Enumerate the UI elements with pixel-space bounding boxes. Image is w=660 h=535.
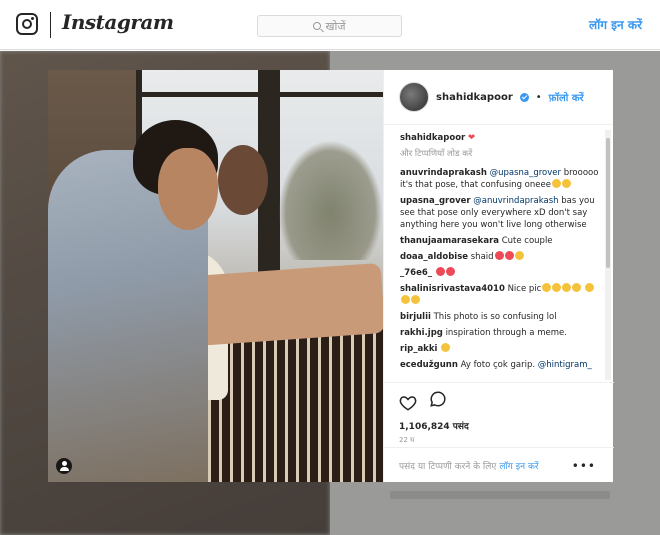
more-options-icon[interactable]: ••• — [572, 459, 596, 473]
scrollbar-thumb[interactable] — [606, 138, 610, 268]
comment-text: Ay foto çok garip. — [460, 360, 536, 370]
user-tag-icon[interactable] — [56, 458, 72, 474]
laughing-emoji — [551, 179, 561, 188]
comments-list[interactable]: shahidkapoor ❤ और टिप्पणियाँ लोड करें an… — [384, 126, 614, 382]
comment-username[interactable]: shalinisrivastava4010 — [400, 284, 505, 294]
comment-username[interactable]: rakhi.jpg — [400, 328, 443, 338]
separator-dot: • — [535, 91, 542, 103]
comment-text: Cute couple — [501, 236, 553, 246]
comment: upasna_grover @anuvrindaprakash bas you … — [400, 195, 600, 231]
laughing-emoji — [561, 179, 571, 188]
verified-badge-icon — [519, 92, 529, 102]
comment: shalinisrivastava4010 Nice pic — [400, 283, 600, 307]
load-more-comments[interactable]: और टिप्पणियाँ लोड करें — [400, 148, 600, 159]
comment-text: Nice pic — [507, 284, 542, 294]
search-icon — [313, 22, 322, 30]
caption: shahidkapoor ❤ — [400, 132, 600, 144]
post-modal: shahidkapoor • फ़ॉलो करें shahidkapoor ❤… — [48, 70, 614, 482]
instagram-camera-icon[interactable] — [16, 13, 38, 35]
comment: anuvrindaprakash @upasna_grover brooooo … — [400, 167, 600, 191]
caption-username[interactable]: shahidkapoor — [400, 133, 465, 143]
top-nav: Instagram खोजें लॉग इन करें — [0, 0, 660, 50]
nav-divider — [50, 12, 51, 38]
follow-button[interactable]: फ़ॉलो करें — [549, 90, 584, 104]
post-photo[interactable] — [48, 70, 383, 482]
smile-emoji — [552, 283, 562, 292]
comment: rakhi.jpg inspiration through a meme. — [400, 327, 600, 339]
heart-emoji — [504, 251, 514, 260]
instagram-wordmark[interactable]: Instagram — [62, 10, 174, 34]
smile-emoji — [585, 283, 595, 292]
heart-emoji — [435, 267, 445, 276]
comment-text: This photo is so confusing lol — [433, 312, 557, 322]
comment: doaa_aldobise shaid — [400, 251, 600, 263]
comment-username[interactable]: rip_akki — [400, 344, 437, 354]
comment-username[interactable]: _76e6_ — [400, 268, 432, 278]
comment-username[interactable]: thanujaamarasekara — [400, 236, 499, 246]
post-username[interactable]: shahidkapoor — [436, 92, 513, 103]
comment-mention[interactable]: @hintigram_ — [538, 360, 592, 370]
heart-emoji: ❤ — [467, 133, 476, 143]
ok-hand-emoji — [542, 283, 552, 292]
comment-username[interactable]: ecedužgunn — [400, 360, 458, 370]
heart-emoji — [494, 251, 504, 260]
comment-username[interactable]: anuvrindaprakash — [400, 168, 487, 178]
smile-emoji — [411, 295, 420, 304]
smile-emoji — [562, 283, 572, 292]
avatar[interactable] — [399, 82, 429, 112]
search-input[interactable]: खोजें — [257, 15, 402, 37]
comment-username[interactable]: upasna_grover — [400, 196, 471, 206]
likes-count[interactable]: 1,106,824 पसंद — [399, 419, 599, 432]
add-comment-bar: पसंद या टिप्पणी करने के लिए लॉग इन करें … — [384, 447, 614, 482]
comment-mention[interactable]: @upasna_grover — [490, 168, 561, 178]
comment: ecedužgunn Ay foto çok garip. @hintigram… — [400, 359, 600, 371]
smile-emoji — [572, 283, 582, 292]
smile-emoji — [441, 343, 451, 352]
smile-emoji — [401, 295, 410, 304]
comment: _76e6_ — [400, 267, 600, 279]
comment-mention[interactable]: @anuvrindaprakash — [473, 196, 558, 206]
heart-eyes-emoji — [514, 251, 524, 260]
post-sidebar: shahidkapoor • फ़ॉलो करें shahidkapoor ❤… — [383, 70, 614, 482]
comment: birjulii This photo is so confusing lol — [400, 311, 600, 323]
search-placeholder: खोजें — [325, 19, 346, 33]
comment-username[interactable]: birjulii — [400, 312, 431, 322]
login-link[interactable]: लॉग इन करें — [589, 16, 642, 33]
add-comment-login-link[interactable]: लॉग इन करें — [499, 459, 538, 472]
comment-bubble-icon[interactable] — [429, 390, 447, 412]
comment-text: inspiration through a meme. — [445, 328, 567, 338]
comments-scrollbar[interactable] — [605, 130, 611, 380]
comment-username[interactable]: doaa_aldobise — [400, 252, 468, 262]
heart-emoji — [445, 267, 455, 276]
like-heart-icon[interactable] — [399, 394, 417, 411]
post-timestamp[interactable]: 22 घ — [399, 436, 599, 445]
post-header: shahidkapoor • फ़ॉलो करें — [384, 70, 613, 125]
comment-text: shaid — [470, 252, 494, 262]
comment: rip_akki — [400, 343, 600, 355]
post-actions: 1,106,824 पसंद 22 घ — [384, 382, 614, 445]
add-comment-prompt: पसंद या टिप्पणी करने के लिए — [399, 461, 497, 472]
comment: thanujaamarasekara Cute couple — [400, 235, 600, 247]
